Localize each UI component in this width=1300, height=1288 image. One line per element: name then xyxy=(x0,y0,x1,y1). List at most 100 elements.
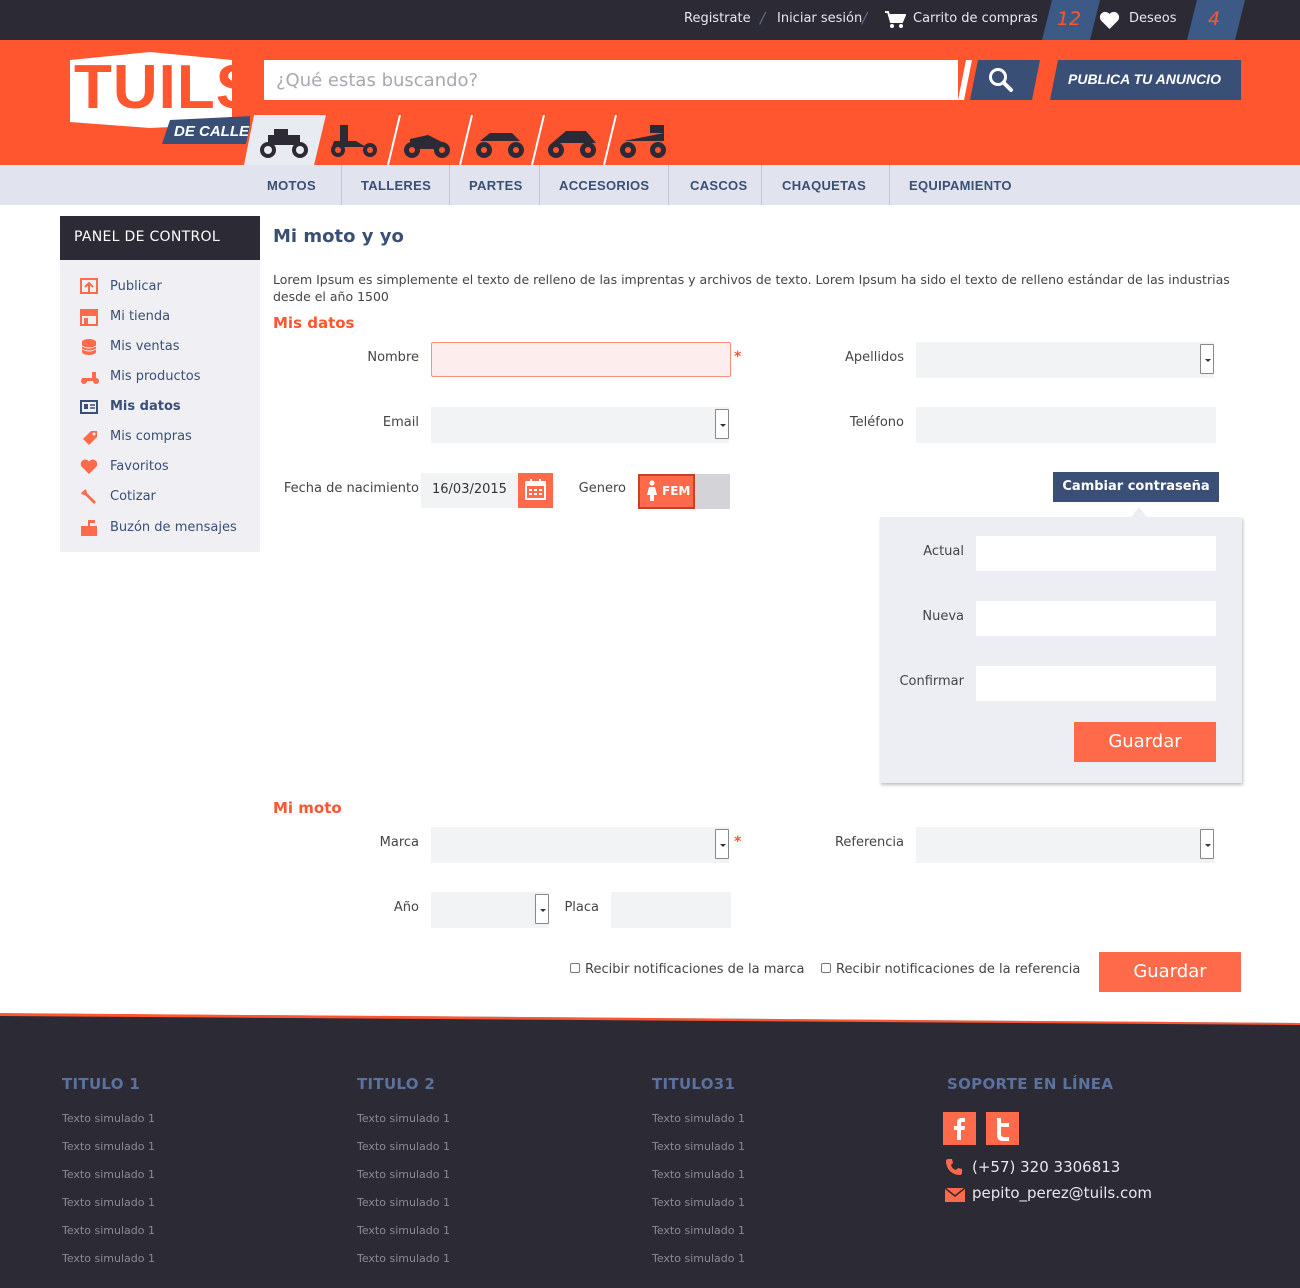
female-icon xyxy=(646,480,658,506)
sidebar-item-buzon[interactable]: Buzón de mensajes xyxy=(80,518,250,540)
footer-link[interactable]: Texto simulado 1 xyxy=(357,1252,450,1265)
wishes-link[interactable]: Deseos xyxy=(1129,11,1177,26)
save-moto-button[interactable]: Guardar xyxy=(1099,952,1241,992)
nav-accesorios[interactable]: ACCESORIOS xyxy=(559,165,649,205)
placa-input[interactable] xyxy=(611,892,731,928)
footer-col-3-title: TITULO31 xyxy=(652,1075,736,1093)
separator: / xyxy=(862,9,868,27)
sidebar-item-mis-compras[interactable]: Mis compras xyxy=(80,427,250,449)
scooter-icon xyxy=(80,368,99,386)
separator: / xyxy=(760,9,766,27)
nav-partes[interactable]: PARTES xyxy=(469,165,523,205)
sidebar-item-mis-ventas[interactable]: Mis ventas xyxy=(80,337,250,359)
sidebar-item-favoritos[interactable]: Favoritos xyxy=(80,457,250,479)
register-link[interactable]: Registrate xyxy=(684,11,751,26)
footer-link[interactable]: Texto simulado 1 xyxy=(652,1140,745,1153)
notif-ref-checkbox[interactable] xyxy=(821,963,831,973)
footer-link[interactable]: Texto simulado 1 xyxy=(652,1112,745,1125)
notif-marca-checkbox[interactable] xyxy=(570,963,580,973)
twitter-icon[interactable] xyxy=(986,1112,1019,1145)
cart-icon[interactable] xyxy=(884,10,907,34)
nav-divider xyxy=(889,165,890,205)
support-phone[interactable]: (+57) 320 3306813 xyxy=(972,1158,1120,1176)
sidebar-item-label: Publicar xyxy=(110,279,162,294)
chevron-down-icon xyxy=(535,894,549,924)
anio-select[interactable] xyxy=(431,892,549,928)
email-select[interactable] xyxy=(431,407,729,443)
nombre-input[interactable] xyxy=(431,342,731,377)
genero-value: FEM xyxy=(662,484,691,498)
footer-link[interactable]: Texto simulado 1 xyxy=(357,1196,450,1209)
footer-link[interactable]: Texto simulado 1 xyxy=(357,1112,450,1125)
genero-toggle[interactable]: FEM xyxy=(638,474,730,509)
footer-link[interactable]: Texto simulado 1 xyxy=(62,1168,155,1181)
notif-marca-label[interactable]: Recibir notificaciones de la marca xyxy=(585,962,805,977)
nav-divider xyxy=(668,165,669,205)
publish-button[interactable]: PUBLICA TU ANUNCIO xyxy=(1050,60,1241,100)
logo-sub: DE CALLE xyxy=(174,123,249,140)
facebook-icon[interactable] xyxy=(943,1112,976,1145)
footer-link[interactable]: Texto simulado 1 xyxy=(62,1252,155,1265)
actual-password-input[interactable] xyxy=(976,536,1216,571)
footer-link[interactable]: Texto simulado 1 xyxy=(652,1168,745,1181)
new-password-input[interactable] xyxy=(976,601,1216,636)
logo[interactable]: TUILS DE CALLE xyxy=(70,52,257,152)
footer-link[interactable]: Texto simulado 1 xyxy=(62,1140,155,1153)
login-link[interactable]: Iniciar sesión xyxy=(777,11,862,26)
category-tab-motos[interactable] xyxy=(244,115,326,165)
section-mis-datos: Mis datos xyxy=(273,314,355,332)
top-bar: Registrate / Iniciar sesión / Carrito de… xyxy=(0,0,1300,40)
required-mark: * xyxy=(734,834,742,850)
nav-talleres[interactable]: TALLERES xyxy=(361,165,431,205)
store-icon xyxy=(80,308,98,326)
footer-link[interactable]: Texto simulado 1 xyxy=(62,1196,155,1209)
cart-link[interactable]: Carrito de compras xyxy=(913,11,1038,26)
chevron-down-icon xyxy=(1200,829,1214,859)
sidebar-item-cotizar[interactable]: Cotizar xyxy=(80,487,250,509)
footer-link[interactable]: Texto simulado 1 xyxy=(357,1168,450,1181)
referencia-select[interactable] xyxy=(916,827,1214,863)
nav-cascos[interactable]: CASCOS xyxy=(690,165,747,205)
change-password-button[interactable]: Cambiar contraseña xyxy=(1053,472,1219,502)
heart-icon xyxy=(80,458,98,476)
footer-link[interactable]: Texto simulado 1 xyxy=(652,1196,745,1209)
apellidos-select[interactable] xyxy=(916,342,1214,378)
calendar-icon[interactable] xyxy=(518,473,553,508)
telefono-input[interactable] xyxy=(916,407,1216,443)
coins-icon xyxy=(80,338,98,356)
marca-select[interactable] xyxy=(431,827,729,863)
footer-link[interactable]: Texto simulado 1 xyxy=(357,1224,450,1237)
sidebar-item-mi-tienda[interactable]: Mi tienda xyxy=(80,307,250,329)
support-title: SOPORTE EN LÍNEA xyxy=(947,1075,1114,1093)
footer-link[interactable]: Texto simulado 1 xyxy=(357,1140,450,1153)
section-mi-moto: Mi moto xyxy=(273,799,342,817)
apellidos-label: Apellidos xyxy=(845,350,904,365)
intro-text: Lorem Ipsum es simplemente el texto de r… xyxy=(273,272,1230,304)
confirm-password-input[interactable] xyxy=(976,666,1216,701)
logo-main: TUILS xyxy=(74,53,259,122)
footer-link[interactable]: Texto simulado 1 xyxy=(652,1224,745,1237)
heart-icon[interactable] xyxy=(1099,11,1120,34)
required-mark: * xyxy=(734,349,742,365)
nav-chaquetas[interactable]: CHAQUETAS xyxy=(782,165,866,205)
support-email[interactable]: pepito_perez@tuils.com xyxy=(972,1184,1152,1202)
notif-ref-label[interactable]: Recibir notificaciones de la referencia xyxy=(836,962,1080,977)
nav-motos[interactable]: MOTOS xyxy=(267,165,316,205)
marca-label: Marca xyxy=(379,835,419,850)
sidebar-item-mis-productos[interactable]: Mis productos xyxy=(80,367,250,389)
sidebar-item-label: Mi tienda xyxy=(110,309,171,324)
nav-divider xyxy=(539,165,540,205)
footer-link[interactable]: Texto simulado 1 xyxy=(62,1224,155,1237)
chevron-down-icon xyxy=(715,829,729,859)
footer-link[interactable]: Texto simulado 1 xyxy=(652,1252,745,1265)
sidebar-item-mis-datos[interactable]: Mis datos xyxy=(80,397,250,419)
search-input[interactable] xyxy=(264,60,958,100)
search-button[interactable] xyxy=(958,60,1040,100)
footer-link[interactable]: Texto simulado 1 xyxy=(62,1112,155,1125)
cart-count: 12 xyxy=(1056,8,1082,30)
sidebar-item-publicar[interactable]: Publicar xyxy=(80,277,250,299)
sidebar-item-label: Favoritos xyxy=(110,459,169,474)
fecha-input[interactable]: 16/03/2015 xyxy=(421,473,553,508)
save-password-button[interactable]: Guardar xyxy=(1074,722,1216,762)
nav-equipamiento[interactable]: EQUIPAMIENTO xyxy=(909,165,1012,205)
